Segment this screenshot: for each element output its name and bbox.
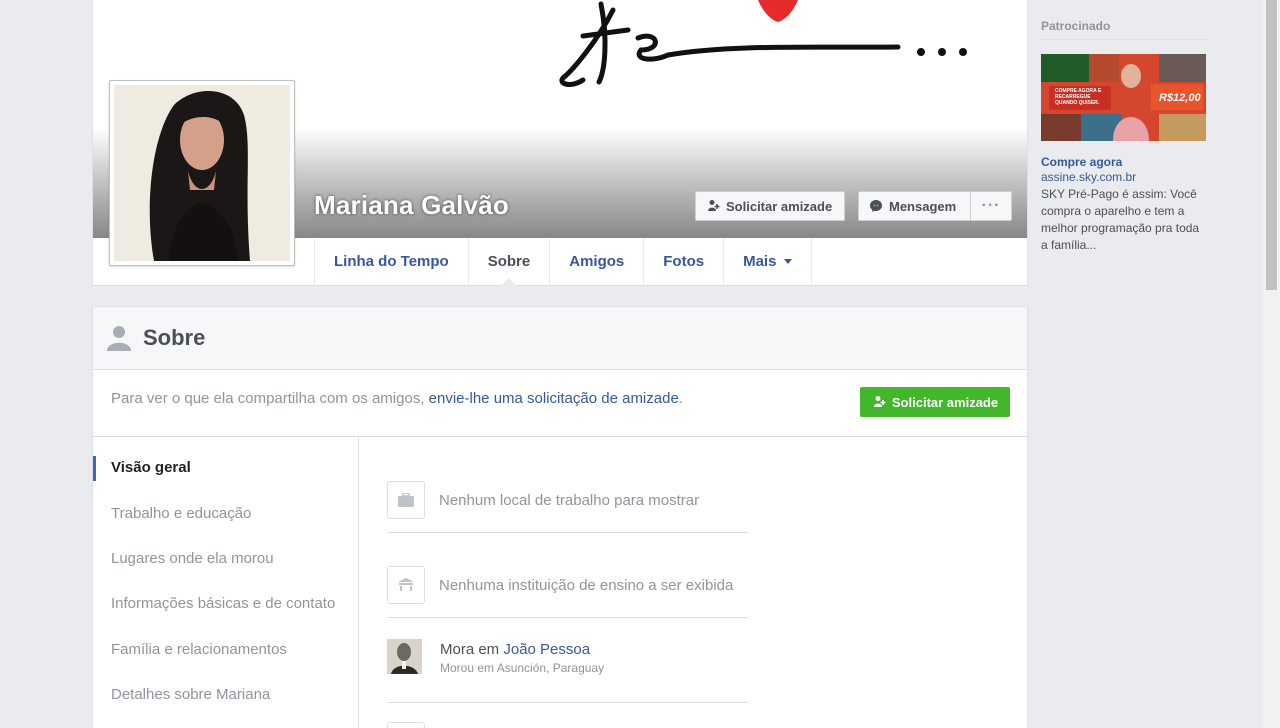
add-friend-label: Solicitar amizade xyxy=(891,394,999,410)
scrollbar-thumb[interactable] xyxy=(1266,0,1277,290)
nav-details[interactable]: Detalhes sobre Mariana xyxy=(111,686,270,703)
add-friend-button[interactable]: Solicitar amizade xyxy=(695,191,845,221)
sponsored-label: Patrocinado xyxy=(1041,19,1111,33)
ad-banner-text: COMPRE AGORA E RECARREGUE QUANDO QUISER. xyxy=(1055,88,1102,106)
ad-image[interactable]: COMPRE AGORA E RECARREGUE QUANDO QUISER.… xyxy=(1041,54,1206,141)
nav-contact-info[interactable]: Informações básicas e de contato xyxy=(111,595,335,612)
message-button[interactable]: Mensagem xyxy=(858,191,971,221)
about-body: Visão geral Trabalho e educação Lugares … xyxy=(93,437,1027,728)
tab-about[interactable]: Sobre xyxy=(469,238,551,286)
tab-label: Sobre xyxy=(487,253,531,270)
add-friend-label: Solicitar amizade xyxy=(726,198,833,214)
tab-label: Linha do Tempo xyxy=(334,253,449,270)
nav-family[interactable]: Família e relacionamentos xyxy=(111,641,287,658)
nav-work-education[interactable]: Trabalho e educação xyxy=(111,505,251,522)
work-row: Nenhum local de trabalho para mostrar xyxy=(387,448,748,533)
briefcase-icon xyxy=(387,481,425,519)
friend-request-notice: Para ver o que ela compartilha com os am… xyxy=(93,370,1027,437)
person-icon xyxy=(107,326,131,351)
about-header: Sobre xyxy=(93,307,1027,370)
notice-suffix: . xyxy=(678,390,683,407)
messenger-icon xyxy=(870,200,882,212)
notice-text: Para ver o que ela compartilha com os am… xyxy=(111,390,683,407)
send-request-link[interactable]: envie-lhe uma solicitação de amizade xyxy=(429,390,679,407)
ad-title[interactable]: Compre agora xyxy=(1041,155,1122,169)
current-city: Mora em João Pessoa xyxy=(440,641,590,658)
lives-prefix: Mora em xyxy=(440,641,504,658)
current-city-link[interactable]: João Pessoa xyxy=(503,641,590,658)
more-options-icon: ··· xyxy=(981,197,1001,214)
notice-prefix: Para ver o que ela compartilha com os am… xyxy=(111,390,429,407)
ad-description[interactable]: SKY Pré-Pago é assim: Você compra o apar… xyxy=(1041,186,1209,254)
tab-label: Fotos xyxy=(663,253,705,270)
rail-divider xyxy=(1041,39,1206,40)
profile-name[interactable]: Mariana Galvão xyxy=(314,190,509,221)
tab-label: Mais xyxy=(743,253,777,270)
tab-photos[interactable]: Fotos xyxy=(644,238,725,285)
school-icon xyxy=(387,566,425,604)
profile-picture[interactable] xyxy=(109,80,295,266)
location-row: Mora em João Pessoa Morou em Asunción, P… xyxy=(387,618,748,703)
profile-header: Mariana Galvão Solicitar amizade Mensage… xyxy=(92,0,1028,286)
add-friend-button-green[interactable]: Solicitar amizade xyxy=(860,387,1010,417)
about-nav: Visão geral Trabalho e educação Lugares … xyxy=(93,437,359,728)
education-text: Nenhuma instituição de ensino a ser exib… xyxy=(439,577,734,594)
about-overview: Nenhum local de trabalho para mostrar Ne… xyxy=(360,437,1027,728)
previous-city: Morou em Asunción, Paraguay xyxy=(440,661,605,675)
avatar-photo xyxy=(114,85,290,261)
nav-active-indicator xyxy=(93,456,96,481)
ad-url[interactable]: assine.sky.com.br xyxy=(1041,170,1136,184)
work-text: Nenhum local de trabalho para mostrar xyxy=(439,492,700,509)
tab-timeline[interactable]: Linha do Tempo xyxy=(315,238,469,285)
caret-down-icon xyxy=(784,259,793,264)
nav-places-lived[interactable]: Lugares onde ela morou xyxy=(111,550,274,567)
tab-friends[interactable]: Amigos xyxy=(550,238,645,285)
ad-price: R$12,00 xyxy=(1159,92,1201,104)
profile-tabs: Linha do Tempo Sobre Amigos Fotos Mais xyxy=(314,238,813,286)
more-options-button[interactable]: ··· xyxy=(970,191,1012,221)
nav-overview[interactable]: Visão geral xyxy=(111,459,191,476)
message-label: Mensagem xyxy=(889,198,957,214)
about-section: Sobre Para ver o que ela compartilha com… xyxy=(92,306,1028,728)
avatar xyxy=(114,85,290,261)
next-row-icon xyxy=(387,722,425,728)
tab-label: Amigos xyxy=(569,253,625,270)
add-friend-icon xyxy=(708,200,720,211)
education-row: Nenhuma instituição de ensino a ser exib… xyxy=(387,533,748,618)
add-friend-icon xyxy=(873,396,886,407)
city-thumbnail[interactable] xyxy=(387,639,422,674)
page-scrollbar[interactable] xyxy=(1263,0,1280,728)
about-title: Sobre xyxy=(143,325,206,350)
tab-more[interactable]: Mais xyxy=(724,238,813,285)
